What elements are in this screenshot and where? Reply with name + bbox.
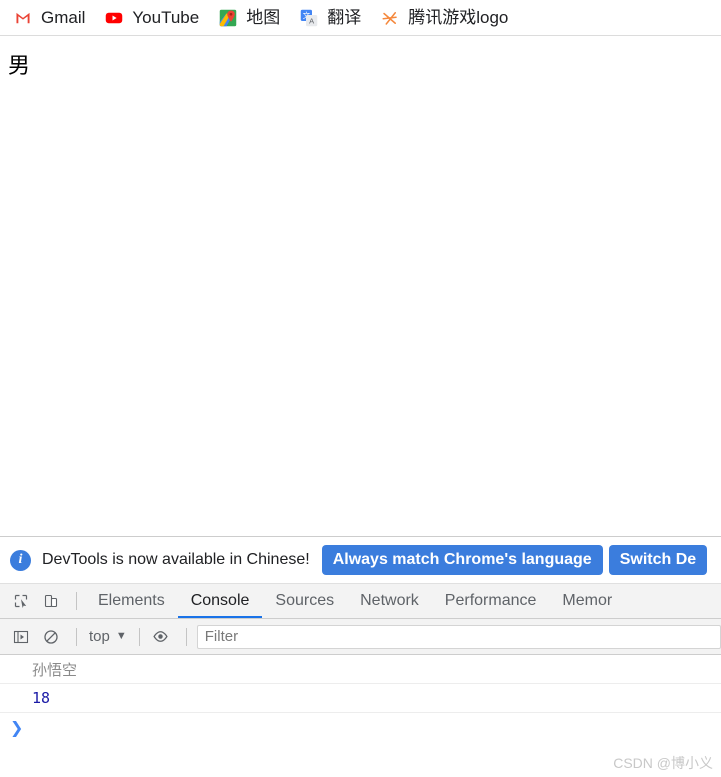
console-log-row[interactable]: 孙悟空 [0,655,721,684]
console-prompt[interactable]: ❯ [0,713,721,742]
devtools-tabbar: Elements Console Sources Network Perform… [0,584,721,619]
console-filter-input[interactable] [196,624,721,649]
bookmark-gmail[interactable]: Gmail [12,5,93,31]
tab-console[interactable]: Console [177,584,263,618]
watermark: CSDN @博小义 [613,755,713,771]
devtools-language-banner: i DevTools is now available in Chinese! … [0,537,721,584]
toolbar-divider [76,592,77,610]
tab-network[interactable]: Network [347,584,432,618]
prompt-caret-icon: ❯ [10,717,24,737]
console-toolbar: top ▼ [0,619,721,655]
bookmarks-bar: Gmail YouTube 地图 文 A 翻译 腾讯游戏logo [0,0,721,36]
tab-memory[interactable]: Memor [549,584,625,618]
bookmark-tencent-games[interactable]: 腾讯游戏logo [379,5,516,31]
info-icon: i [10,549,31,571]
bookmark-translate[interactable]: 文 A 翻译 [298,5,369,31]
svg-text:A: A [309,16,314,25]
execution-context-selector[interactable]: top ▼ [85,625,131,649]
console-log-text: 孙悟空 [32,660,78,679]
switch-devtools-language-button[interactable]: Switch De [608,545,708,575]
console-toolbar-divider-1 [76,627,77,646]
bookmark-youtube[interactable]: YouTube [103,5,207,31]
tencent-games-icon [381,9,399,27]
devtools-panel: i DevTools is now available in Chinese! … [0,536,721,777]
bookmark-label: 翻译 [327,8,362,27]
page-body-text: 男 [8,53,31,78]
banner-message: DevTools is now available in Chinese! [42,551,310,568]
bookmark-maps[interactable]: 地图 [217,5,288,31]
youtube-icon [105,9,123,27]
always-match-chrome-language-button[interactable]: Always match Chrome's language [321,545,603,575]
page-viewport: 男 [0,36,721,536]
execution-context-label: top [89,628,110,645]
google-translate-icon: 文 A [300,9,318,27]
console-log-area[interactable]: 孙悟空 18 ❯ CSDN @博小义 [0,655,721,777]
live-expression-icon[interactable] [148,624,174,650]
gmail-icon [14,9,32,27]
tab-sources[interactable]: Sources [262,584,347,618]
console-toolbar-divider-3 [185,627,187,646]
chevron-down-icon: ▼ [115,630,127,642]
google-maps-icon [219,9,237,27]
console-toolbar-divider-2 [138,627,140,646]
clear-console-icon[interactable] [38,624,64,650]
console-sidebar-icon[interactable] [8,624,34,650]
bookmark-label: YouTube [132,8,200,27]
console-log-text: 18 [32,689,51,707]
bookmark-label: 腾讯游戏logo [408,8,509,27]
tab-performance[interactable]: Performance [432,584,550,618]
inspect-element-icon[interactable] [8,588,34,614]
bookmark-label: 地图 [246,8,281,27]
tab-elements[interactable]: Elements [85,584,178,618]
bookmark-label: Gmail [41,8,86,27]
console-log-row[interactable]: 18 [0,684,721,713]
device-toolbar-icon[interactable] [38,588,64,614]
